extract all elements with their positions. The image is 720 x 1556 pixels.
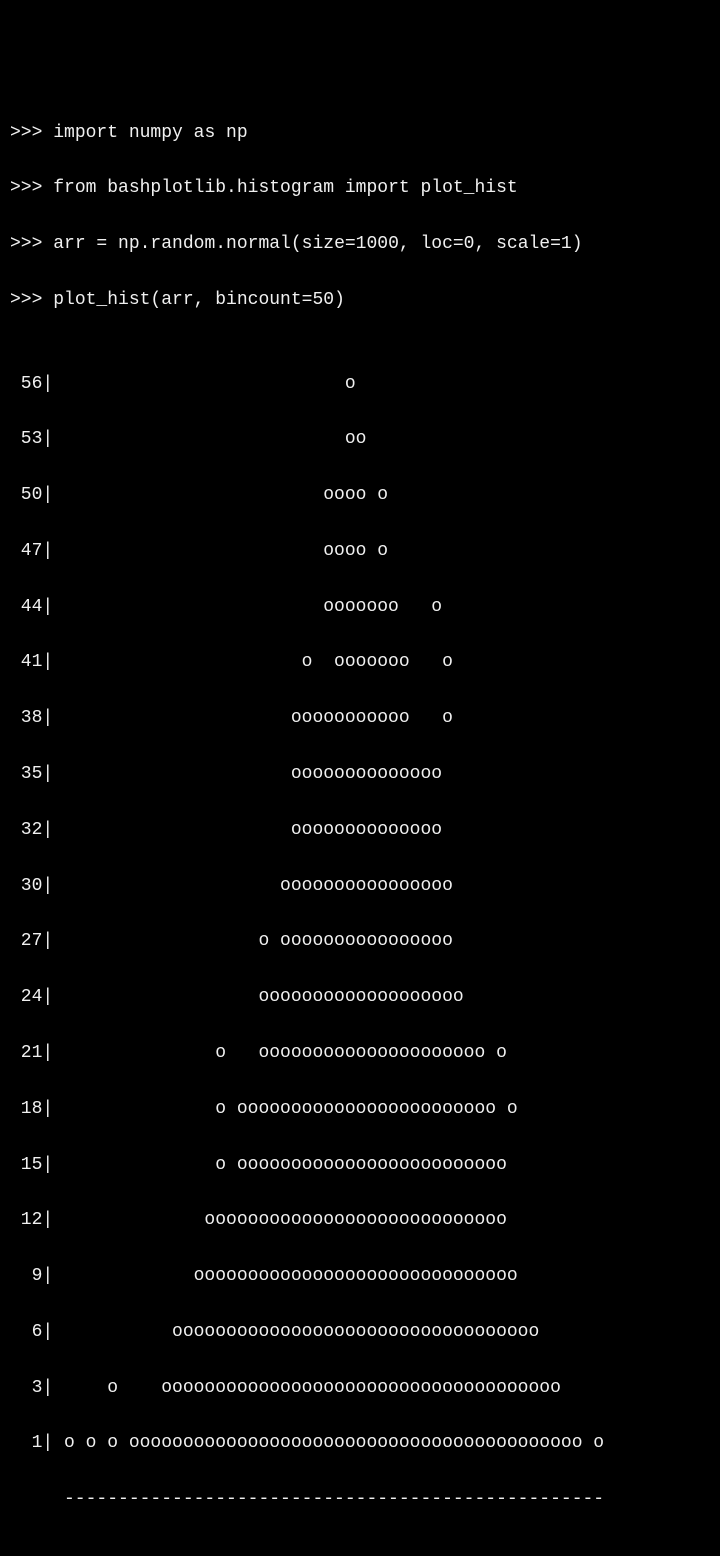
hist-row: 56| o [10,371,710,399]
hist-row: 35| oooooooooooooo [10,761,710,789]
hist-axis: ----------------------------------------… [10,1486,710,1514]
repl-code: arr = np.random.normal(size=1000, loc=0,… [53,234,582,254]
repl-prompt: >>> [10,234,53,254]
hist-row: 38| ooooooooooo o [10,705,710,733]
hist-row: 21| o ooooooooooooooooooooo o [10,1040,710,1068]
hist-row: 27| o oooooooooooooooo [10,928,710,956]
repl-line-2[interactable]: >>> from bashplotlib.histogram import pl… [10,175,710,203]
hist-row: 30| oooooooooooooooo [10,873,710,901]
repl-line-4[interactable]: >>> plot_hist(arr, bincount=50) [10,287,710,315]
hist-row: 12| oooooooooooooooooooooooooooo [10,1207,710,1235]
repl-prompt: >>> [10,178,53,198]
repl-code: import numpy as np [53,123,247,143]
repl-code: plot_hist(arr, bincount=50) [53,290,345,310]
hist-row: 9| oooooooooooooooooooooooooooooo [10,1263,710,1291]
repl-prompt: >>> [10,290,53,310]
hist-row: 6| oooooooooooooooooooooooooooooooooo [10,1319,710,1347]
hist-row: 3| o ooooooooooooooooooooooooooooooooooo… [10,1375,710,1403]
hist-row: 41| o ooooooo o [10,649,710,677]
hist-row: 44| ooooooo o [10,594,710,622]
hist-row: 50| oooo o [10,482,710,510]
hist-row: 15| o ooooooooooooooooooooooooo [10,1152,710,1180]
hist-row: 24| ooooooooooooooooooo [10,984,710,1012]
repl-line-1[interactable]: >>> import numpy as np [10,120,710,148]
repl-code: from bashplotlib.histogram import plot_h… [53,178,517,198]
hist-row: 32| oooooooooooooo [10,817,710,845]
hist-row: 18| o oooooooooooooooooooooooo o [10,1096,710,1124]
hist-row: 1| o o o ooooooooooooooooooooooooooooooo… [10,1430,710,1458]
hist-row: 47| oooo o [10,538,710,566]
repl-prompt: >>> [10,123,53,143]
repl-line-3[interactable]: >>> arr = np.random.normal(size=1000, lo… [10,231,710,259]
hist-row: 53| oo [10,426,710,454]
